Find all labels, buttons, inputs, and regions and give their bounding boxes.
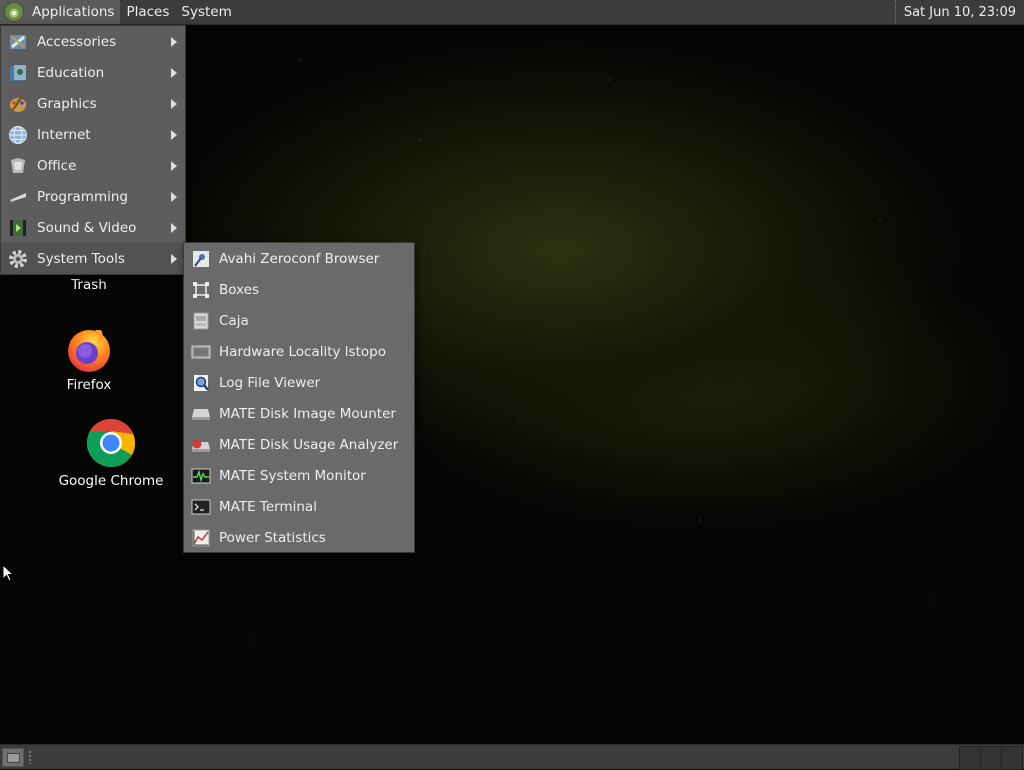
desktop-icon-firefox[interactable]: Firefox [48, 326, 130, 393]
menu-item-mate-system-monitor[interactable]: MATE System Monitor [184, 460, 414, 491]
applications-menu-button[interactable]: ◉ Applications [0, 0, 121, 24]
menu-item-mate-disk-usage-analyzer[interactable]: MATE Disk Usage Analyzer [184, 429, 414, 460]
places-menu-button[interactable]: Places [120, 0, 175, 24]
workspace-switcher-3[interactable] [1001, 746, 1023, 770]
internet-icon [7, 124, 28, 145]
system-monitor-icon [191, 466, 211, 486]
education-icon [7, 62, 28, 83]
mate-logo-icon: ◉ [4, 2, 24, 22]
caja-icon [191, 311, 211, 331]
desktop-icon-chrome[interactable]: Google Chrome [58, 418, 164, 489]
menu-item-label: Education [37, 64, 105, 81]
menu-item-internet[interactable]: Internet [1, 119, 185, 150]
menu-item-education[interactable]: Education [1, 57, 185, 88]
menu-item-power-statistics[interactable]: Power Statistics [184, 522, 414, 553]
submenu-arrow-icon [171, 253, 177, 264]
menu-item-accessories[interactable]: Accessories [1, 26, 185, 57]
gear-icon [7, 248, 28, 269]
places-menu-label: Places [126, 4, 170, 20]
menu-item-hardware-locality-lstopo[interactable]: Hardware Locality lstopo [184, 336, 414, 367]
disk-mounter-icon [191, 404, 211, 424]
system-menu-label: System [181, 4, 232, 20]
desktop-icon-label: Google Chrome [58, 473, 164, 489]
menu-item-label: Sound & Video [37, 219, 137, 236]
menu-item-label: Log File Viewer [219, 374, 321, 391]
system-menu-button[interactable]: System [175, 0, 237, 24]
desktop-icon-trash[interactable]: Trash [50, 277, 128, 293]
menu-item-system-tools[interactable]: System Tools [1, 243, 185, 274]
menu-item-office[interactable]: Office [1, 150, 185, 181]
submenu-arrow-icon [171, 67, 177, 78]
chrome-icon [86, 418, 136, 468]
panel-drag-handle[interactable] [28, 750, 32, 764]
menu-item-label: Internet [37, 126, 91, 143]
menu-item-label: MATE Disk Usage Analyzer [219, 436, 399, 453]
menu-item-mate-terminal[interactable]: MATE Terminal [184, 491, 414, 522]
menu-item-label: Accessories [37, 33, 117, 50]
graphics-icon [7, 93, 28, 114]
submenu-arrow-icon [171, 160, 177, 171]
workspace-switcher-1[interactable] [959, 746, 981, 770]
menu-item-avahi-zeroconf-browser[interactable]: Avahi Zeroconf Browser [184, 243, 414, 274]
show-desktop-button[interactable] [2, 748, 24, 767]
menu-item-caja[interactable]: Caja [184, 305, 414, 336]
menu-item-sound-video[interactable]: Sound & Video [1, 212, 185, 243]
menu-item-label: Boxes [219, 281, 260, 298]
log-viewer-icon [191, 373, 211, 393]
menu-item-mate-disk-image-mounter[interactable]: MATE Disk Image Mounter [184, 398, 414, 429]
accessories-icon [7, 31, 28, 52]
bottom-panel [0, 744, 1024, 770]
menu-item-label: Hardware Locality lstopo [219, 343, 386, 360]
panel-clock[interactable]: Sat Jun 10, 23:09 [894, 0, 1020, 24]
boxes-icon [191, 280, 211, 300]
lstopo-icon [191, 342, 211, 362]
menu-item-label: Graphics [37, 95, 97, 112]
menu-item-label: MATE System Monitor [219, 467, 366, 484]
menu-item-boxes[interactable]: Boxes [184, 274, 414, 305]
applications-menu: Accessories Education Graphics Internet … [0, 25, 186, 275]
menu-item-label: Power Statistics [219, 529, 326, 546]
sound-video-icon [7, 217, 28, 238]
submenu-arrow-icon [171, 36, 177, 47]
programming-icon [7, 186, 28, 207]
submenu-arrow-icon [171, 191, 177, 202]
submenu-arrow-icon [171, 129, 177, 140]
menu-item-label: MATE Terminal [219, 498, 317, 515]
top-panel: ◉ Applications Places System Sat Jun 10,… [0, 0, 1024, 25]
firefox-icon [68, 330, 110, 372]
applications-menu-label: Applications [32, 4, 115, 20]
disk-usage-icon [191, 435, 211, 455]
desktop-icon-label: Trash [71, 277, 107, 293]
power-statistics-icon [191, 528, 211, 548]
terminal-icon [191, 497, 211, 517]
office-icon [7, 155, 28, 176]
menu-item-log-file-viewer[interactable]: Log File Viewer [184, 367, 414, 398]
system-tools-submenu: Avahi Zeroconf Browser Boxes Caja Hardwa… [183, 242, 415, 553]
workspace-switcher-2[interactable] [980, 746, 1002, 770]
menu-item-label: Avahi Zeroconf Browser [219, 250, 380, 267]
submenu-arrow-icon [171, 98, 177, 109]
avahi-icon [191, 249, 211, 269]
menu-item-label: Programming [37, 188, 128, 205]
menu-item-label: Office [37, 157, 77, 174]
desktop-icon-label: Firefox [66, 377, 112, 393]
menu-item-label: System Tools [37, 250, 125, 267]
menu-item-label: Caja [219, 312, 249, 329]
mouse-pointer-icon [2, 564, 14, 582]
menu-item-label: MATE Disk Image Mounter [219, 405, 396, 422]
menu-item-programming[interactable]: Programming [1, 181, 185, 212]
menu-item-graphics[interactable]: Graphics [1, 88, 185, 119]
submenu-arrow-icon [171, 222, 177, 233]
